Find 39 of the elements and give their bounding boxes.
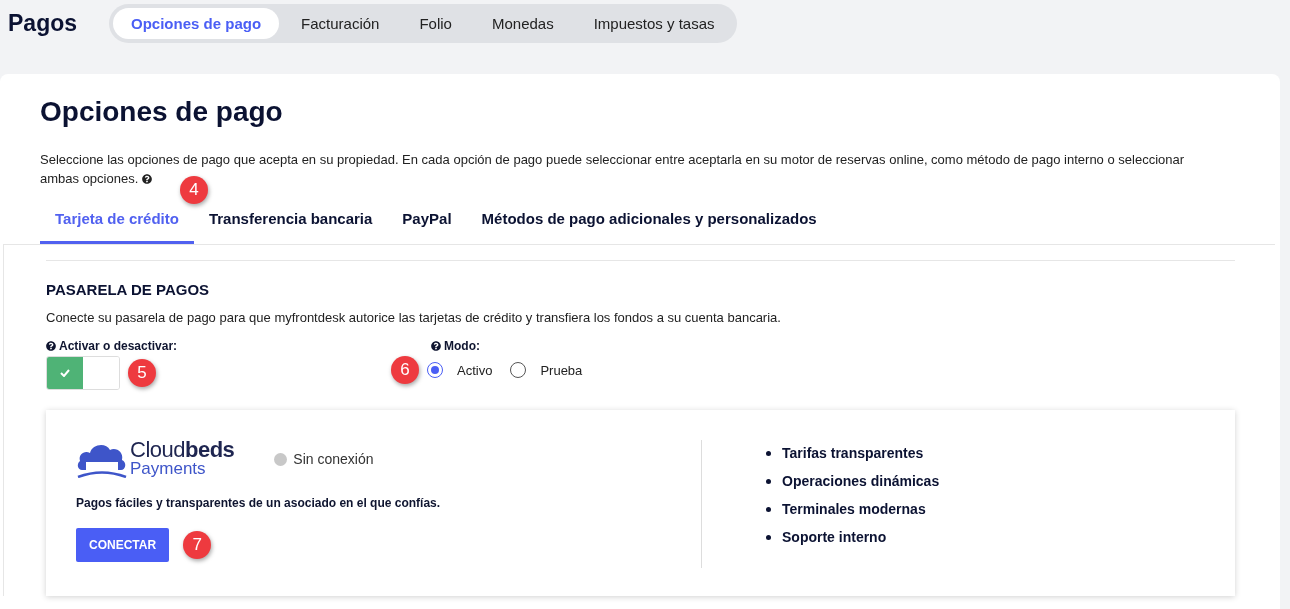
nav-tab[interactable]: Impuestos y tasas — [575, 8, 733, 39]
check-icon — [60, 369, 70, 377]
toggle-switch[interactable] — [46, 356, 120, 390]
feature-item: Operaciones dinámicas — [782, 473, 940, 489]
nav-tab[interactable]: Facturación — [283, 8, 398, 39]
nav-tab[interactable]: Folio — [401, 8, 470, 39]
help-icon[interactable] — [142, 173, 153, 184]
gateway-description: Conecte su pasarela de pago para que myfrontdesk autorice las tarjetas de crédito y transfiera los fondos a su cuenta bancaria. — [46, 310, 782, 325]
payment-tab[interactable]: Métodos de pago adicionales y personalizados — [466, 198, 832, 244]
status-text: Sin conexión — [293, 451, 374, 467]
tagline: Pagos fáciles y transparentes de un asociado en el que confías. — [76, 496, 442, 510]
feature-item: Soporte interno — [782, 529, 887, 545]
nav-tab[interactable]: Monedas — [473, 8, 572, 39]
callout-badge: 6 — [391, 356, 419, 384]
bullet-icon — [766, 506, 771, 512]
mode-label: Modo: — [444, 339, 480, 353]
mode-radio[interactable]: Prueba — [510, 362, 593, 378]
section-title: Opciones de pago — [40, 96, 284, 128]
toggle-label: Activar o desactivar: — [59, 339, 178, 353]
help-icon[interactable] — [46, 341, 56, 351]
nav-tab[interactable]: Opciones de pago — [113, 8, 280, 39]
page-heading: Pagos — [8, 10, 78, 37]
callout-badge: 5 — [128, 359, 156, 387]
description-text: Seleccione las opciones de pago que acepta en su propiedad. En cada opción de pago puede seleccionar entre aceptarla en su motor de reservas online, como método de pago interno o seleccionar — [40, 152, 1185, 167]
logo-text: Cloudbeds — [130, 440, 235, 459]
help-icon[interactable] — [431, 341, 441, 351]
gateway-title: PASARELA DE PAGOS — [46, 281, 211, 298]
bullet-icon — [766, 450, 771, 456]
mode-radio[interactable]: Activo — [427, 362, 503, 378]
callout-badge: 7 — [183, 531, 212, 559]
feature-item: Tarifas transparentes — [782, 445, 924, 461]
description-text: ambas opciones. — [40, 170, 139, 188]
payment-tab[interactable]: PayPal — [387, 198, 467, 244]
bullet-icon — [766, 478, 771, 484]
bullet-icon — [766, 534, 771, 540]
logo-subtext: Payments — [130, 459, 207, 478]
connect-button[interactable]: CONECTAR — [76, 528, 170, 562]
feature-item: Terminales modernas — [782, 501, 926, 517]
callout-badge: 4 — [179, 176, 208, 204]
